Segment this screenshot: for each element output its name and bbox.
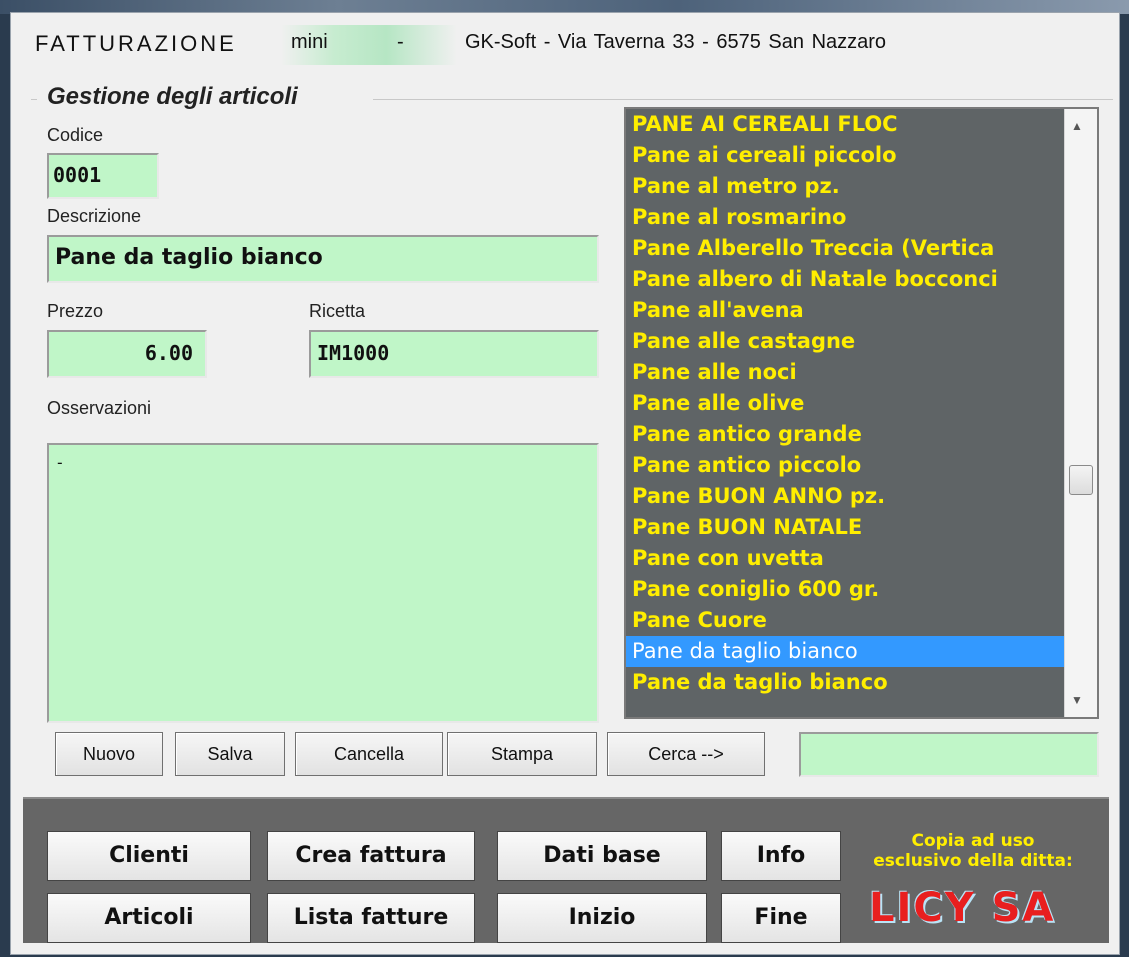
app-window: FATTURAZIONE mini - GK-Soft - Via Tavern… xyxy=(10,12,1120,955)
group-title: Gestione degli articoli xyxy=(47,83,298,110)
nuovo-button[interactable]: Nuovo xyxy=(55,732,163,776)
list-item[interactable]: Pane antico piccolo xyxy=(626,450,1066,481)
list-item[interactable]: Pane Alberello Treccia (Vertica xyxy=(626,233,1066,264)
clienti-button[interactable]: Clienti xyxy=(47,831,251,881)
codice-label: Codice xyxy=(47,125,104,145)
list-scrollbar[interactable]: ▲ ▼ xyxy=(1064,109,1097,717)
company-info: GK-Soft - Via Taverna 33 - 6575 San Nazz… xyxy=(465,31,887,53)
articles-list-items: PANE AI CEREALI FLOC Pane ai cereali picc… xyxy=(626,109,1066,698)
app-name: FATTURAZIONE xyxy=(35,31,237,56)
license-line-1: Copia ad uso xyxy=(911,831,1035,851)
crea-fattura-button[interactable]: Crea fattura xyxy=(267,831,475,881)
licensee-logo: LICY SA xyxy=(869,885,1056,931)
cerca-button[interactable]: Cerca --> xyxy=(607,732,765,776)
edition-label: mini xyxy=(291,31,328,53)
info-button[interactable]: Info xyxy=(721,831,841,881)
osservazioni-textarea[interactable]: - xyxy=(47,443,599,723)
scroll-thumb[interactable] xyxy=(1069,465,1093,495)
scroll-up-icon[interactable]: ▲ xyxy=(1071,119,1083,133)
articles-listbox[interactable]: PANE AI CEREALI FLOC Pane ai cereali picc… xyxy=(624,107,1099,719)
salva-button[interactable]: Salva xyxy=(175,732,285,776)
license-notice: Copia ad uso esclusivo della ditta: xyxy=(853,831,1093,871)
list-item[interactable]: PANE AI CEREALI FLOC xyxy=(626,109,1066,140)
lista-fatture-button[interactable]: Lista fatture xyxy=(267,893,475,943)
prezzo-label: Prezzo xyxy=(47,301,104,321)
list-item-selected[interactable]: Pane da taglio bianco xyxy=(626,636,1066,667)
list-item[interactable]: Pane all'avena xyxy=(626,295,1066,326)
codice-field[interactable]: 0001 xyxy=(47,153,159,199)
descrizione-field[interactable]: Pane da taglio bianco xyxy=(47,235,599,283)
search-input[interactable] xyxy=(799,732,1099,777)
list-item[interactable]: Pane alle castagne xyxy=(626,326,1066,357)
ricetta-label: Ricetta xyxy=(309,301,366,321)
list-item[interactable]: Pane BUON ANNO pz. xyxy=(626,481,1066,512)
list-item[interactable]: Pane al metro pz. xyxy=(626,171,1066,202)
list-item[interactable]: Pane antico grande xyxy=(626,419,1066,450)
list-item[interactable]: Pane con uvetta xyxy=(626,543,1066,574)
stampa-button[interactable]: Stampa xyxy=(447,732,597,776)
list-item[interactable]: Pane al rosmarino xyxy=(626,202,1066,233)
list-item[interactable]: Pane coniglio 600 gr. xyxy=(626,574,1066,605)
prezzo-field[interactable]: 6.00 xyxy=(47,330,207,378)
dati-base-button[interactable]: Dati base xyxy=(497,831,707,881)
list-item[interactable]: Pane albero di Natale bocconci xyxy=(626,264,1066,295)
list-item[interactable]: Pane BUON NATALE xyxy=(626,512,1066,543)
license-line-2: esclusivo della ditta: xyxy=(873,851,1073,871)
list-item[interactable]: Pane da taglio bianco xyxy=(626,667,1066,698)
inizio-button[interactable]: Inizio xyxy=(497,893,707,943)
scroll-down-icon[interactable]: ▼ xyxy=(1071,693,1083,707)
articoli-button[interactable]: Articoli xyxy=(47,893,251,943)
cancella-button[interactable]: Cancella xyxy=(295,732,443,776)
descrizione-label: Descrizione xyxy=(47,206,142,226)
navigation-panel: Clienti Crea fattura Dati base Info Arti… xyxy=(23,797,1109,943)
edition-badge: mini - xyxy=(281,25,457,65)
list-item[interactable]: Pane alle noci xyxy=(626,357,1066,388)
list-item[interactable]: Pane ai cereali piccolo xyxy=(626,140,1066,171)
osservazioni-label: Osservazioni xyxy=(47,398,152,418)
fine-button[interactable]: Fine xyxy=(721,893,841,943)
edition-separator: - xyxy=(397,31,404,53)
ricetta-field[interactable]: IM1000 xyxy=(309,330,599,378)
list-item[interactable]: Pane Cuore xyxy=(626,605,1066,636)
group-border-right xyxy=(373,99,1113,100)
title-bar: FATTURAZIONE mini - GK-Soft - Via Tavern… xyxy=(23,21,1113,71)
list-item[interactable]: Pane alle olive xyxy=(626,388,1066,419)
group-border-left xyxy=(31,99,37,100)
